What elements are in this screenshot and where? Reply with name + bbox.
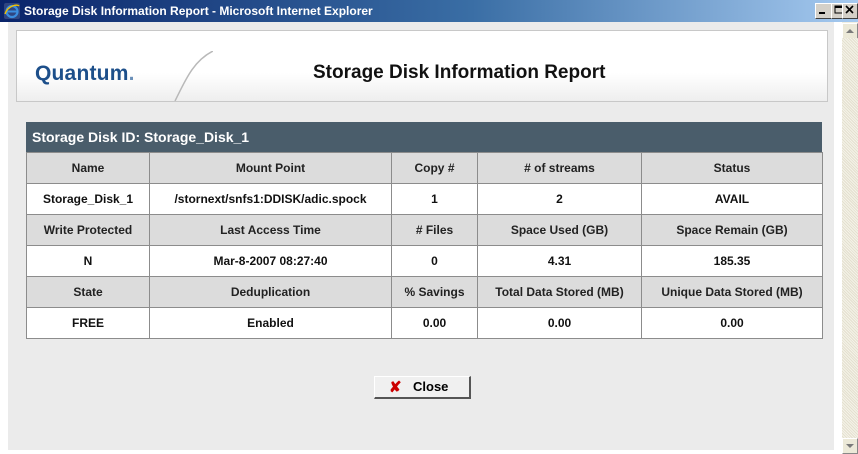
logo-text: Quantum xyxy=(35,62,129,85)
table-cell: 4.31 xyxy=(477,245,642,277)
table-cell: Storage_Disk_1 xyxy=(26,183,150,215)
close-window-button[interactable] xyxy=(842,3,858,19)
table-header-cell: Mount Point xyxy=(149,152,392,184)
logo-swoosh-icon xyxy=(174,51,213,101)
table-cell: 0.00 xyxy=(641,307,823,339)
close-button[interactable]: ✘ Close xyxy=(374,376,471,399)
table-cell: Mar-8-2007 08:27:40 xyxy=(149,245,392,277)
table-row: N Mar-8-2007 08:27:40 0 4.31 185.35 xyxy=(26,245,823,277)
minimize-icon xyxy=(819,12,825,14)
table-header-cell: % Savings xyxy=(391,276,478,308)
table-cell: AVAIL xyxy=(641,183,823,215)
table-header-cell: Deduplication xyxy=(149,276,392,308)
table-cell: 0.00 xyxy=(391,307,478,339)
internet-explorer-icon xyxy=(4,3,20,19)
table-header-cell: Last Access Time xyxy=(149,214,392,246)
table-header-cell: Name xyxy=(26,152,150,184)
scroll-up-arrow-icon xyxy=(846,29,854,33)
vertical-scrollbar[interactable] xyxy=(842,22,858,454)
table-cell: 185.35 xyxy=(641,245,823,277)
window-title: Storage Disk Information Report - Micros… xyxy=(24,4,373,18)
table-header-cell: # Files xyxy=(391,214,478,246)
table-header-cell: Write Protected xyxy=(26,214,150,246)
table-header-cell: Total Data Stored (MB) xyxy=(477,276,642,308)
table-header-row: Write Protected Last Access Time # Files… xyxy=(26,214,823,246)
scroll-down-button[interactable] xyxy=(842,438,858,454)
storage-disk-id-header: Storage Disk ID: Storage_Disk_1 xyxy=(26,122,822,152)
storage-disk-section: Storage Disk ID: Storage_Disk_1 Name Mou… xyxy=(26,122,823,339)
table-header-row: State Deduplication % Savings Total Data… xyxy=(26,276,823,308)
close-icon xyxy=(845,5,854,14)
window-title-bar[interactable]: Storage Disk Information Report - Micros… xyxy=(0,0,858,22)
table-header-cell: Copy # xyxy=(391,152,478,184)
table-header-cell: Unique Data Stored (MB) xyxy=(641,276,823,308)
table-header-cell: Space Used (GB) xyxy=(477,214,642,246)
table-header-cell: Space Remain (GB) xyxy=(641,214,823,246)
scroll-down-arrow-icon xyxy=(846,444,854,448)
table-cell: 0.00 xyxy=(477,307,642,339)
table-cell: Enabled xyxy=(149,307,392,339)
logo-dot: . xyxy=(128,62,135,85)
scroll-up-button[interactable] xyxy=(842,23,858,39)
table-cell: 0 xyxy=(391,245,478,277)
close-button-label: Close xyxy=(413,379,449,394)
table-cell: /stornext/snfs1:DDISK/adic.spock xyxy=(149,183,392,215)
scrollbar-track[interactable] xyxy=(842,38,858,438)
table-cell: 1 xyxy=(391,183,478,215)
table-cell: N xyxy=(26,245,150,277)
table-cell: FREE xyxy=(26,307,150,339)
report-title: Storage Disk Information Report xyxy=(313,62,606,83)
table-cell: 2 xyxy=(477,183,642,215)
quantum-logo: Quantum. xyxy=(35,62,135,86)
x-icon: ✘ xyxy=(389,379,402,396)
table-header-cell: Status xyxy=(641,152,823,184)
table-row: Storage_Disk_1 /stornext/snfs1:DDISK/adi… xyxy=(26,183,823,215)
disk-info-table: Name Mount Point Copy # # of streams Sta… xyxy=(26,152,823,339)
table-header-row: Name Mount Point Copy # # of streams Sta… xyxy=(26,152,823,184)
table-header-cell: # of streams xyxy=(477,152,642,184)
table-header-cell: State xyxy=(26,276,150,308)
table-row: FREE Enabled 0.00 0.00 0.00 xyxy=(26,307,823,339)
report-header: Quantum. Storage Disk Information Report xyxy=(16,30,828,102)
